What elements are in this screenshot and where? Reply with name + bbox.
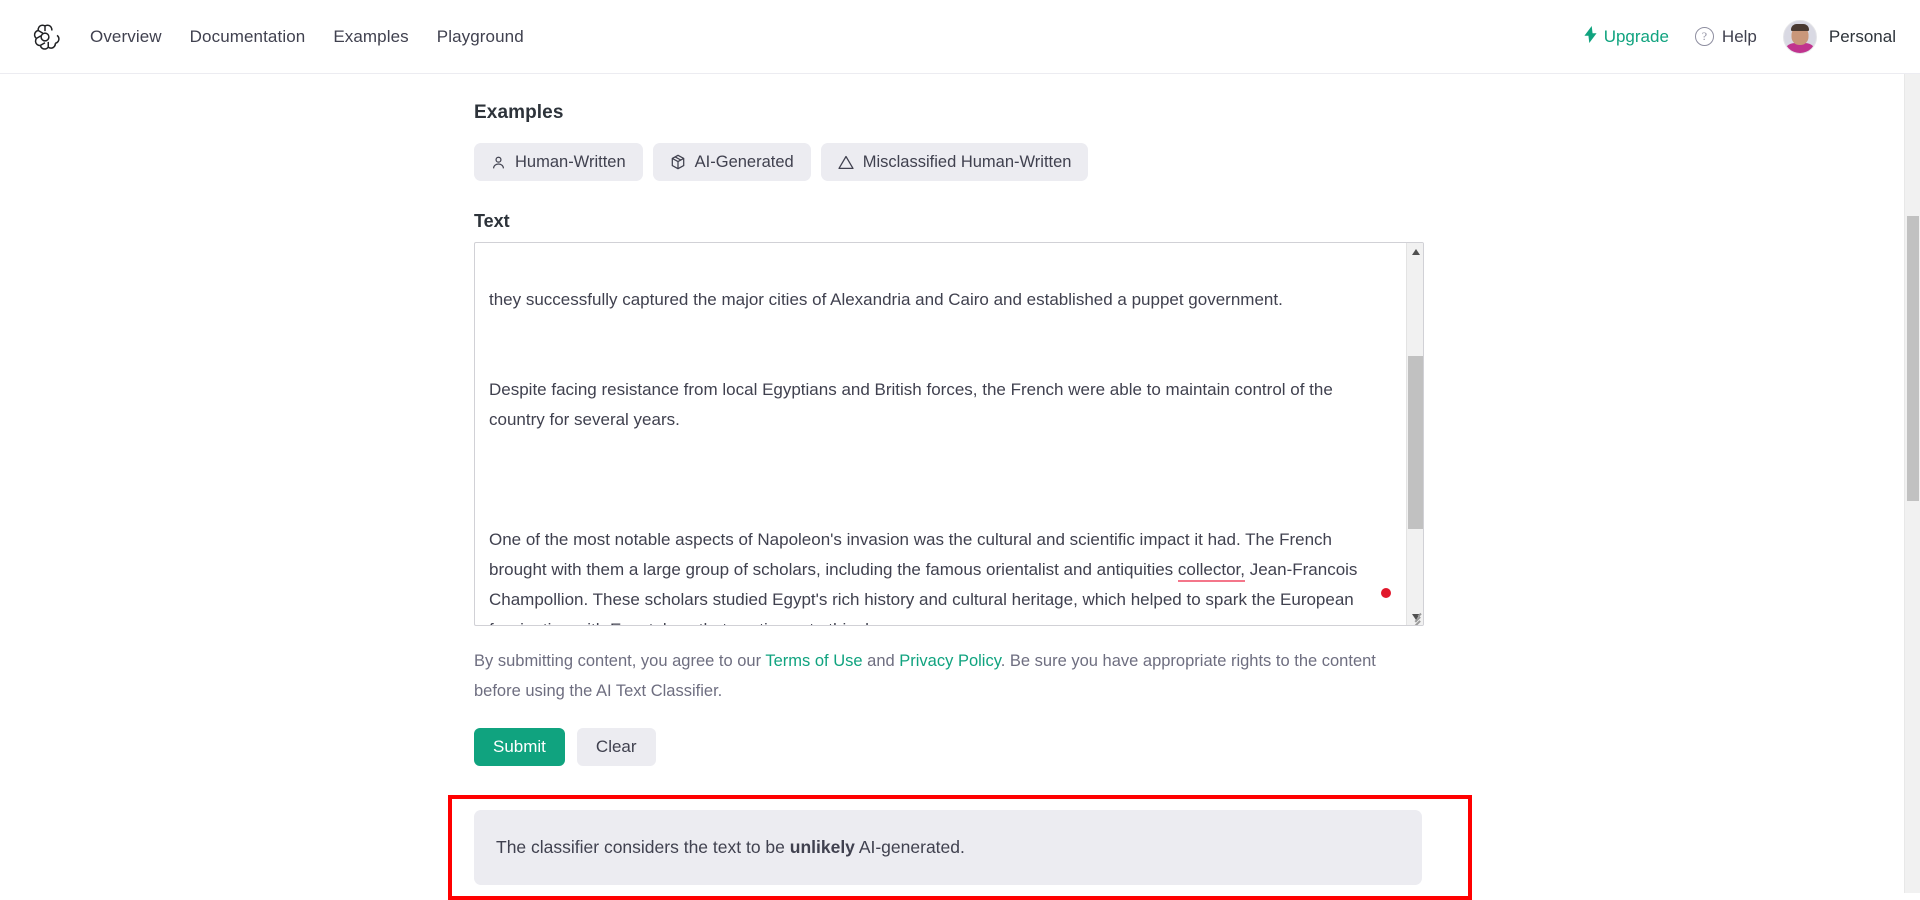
person-icon	[491, 155, 506, 170]
question-circle-icon: ?	[1694, 27, 1714, 46]
help-label: Help	[1721, 26, 1757, 46]
examples-tab-list: Human-Written AI-Generated Misclassified…	[474, 143, 1424, 181]
account-name: Personal	[1828, 26, 1896, 46]
submission-disclaimer: By submitting content, you agree to our …	[474, 646, 1414, 706]
header-actions: Upgrade ? Help Personal	[1584, 19, 1896, 54]
upgrade-label: Upgrade	[1603, 26, 1669, 46]
account-menu[interactable]: Personal	[1782, 19, 1896, 54]
examples-heading: Examples	[474, 102, 564, 123]
text-line-clipped: they successfully captured the major cit…	[489, 290, 1283, 309]
tab-human-written[interactable]: Human-Written	[474, 143, 643, 181]
tab-ai-generated[interactable]: AI-Generated	[652, 143, 811, 181]
openai-logo-icon[interactable]	[28, 20, 62, 54]
privacy-policy-link[interactable]: Privacy Policy	[899, 652, 1000, 670]
nav-item-overview[interactable]: Overview	[90, 27, 162, 47]
text-field-label: Text	[474, 211, 510, 231]
terms-of-use-link[interactable]: Terms of Use	[765, 652, 862, 670]
disclaimer-part-1: By submitting content, you agree to our	[474, 652, 766, 670]
nav-item-playground[interactable]: Playground	[437, 27, 524, 47]
result-prefix: The classifier considers the text to be	[496, 837, 790, 857]
tab-human-written-label: Human-Written	[515, 152, 626, 171]
annotation-highlight-box: The classifier considers the text to be …	[448, 795, 1472, 900]
main-content: Examples Human-Written AI-Generated Misc…	[0, 74, 1904, 900]
tab-misclassified-label: Misclassified Human-Written	[862, 152, 1072, 171]
warning-triangle-icon	[838, 155, 854, 170]
tab-misclassified-human-written[interactable]: Misclassified Human-Written	[820, 143, 1089, 181]
bolt-icon	[1584, 25, 1597, 48]
cube-icon	[670, 154, 686, 170]
upgrade-button[interactable]: Upgrade	[1584, 25, 1669, 48]
site-header: Overview Documentation Examples Playgrou…	[0, 0, 1920, 74]
clear-button[interactable]: Clear	[576, 728, 656, 766]
textarea-resize-handle[interactable]	[1407, 609, 1422, 625]
text-paragraph-2: One of the most notable aspects of Napol…	[489, 525, 1389, 625]
classifier-result-box: The classifier considers the text to be …	[474, 810, 1422, 885]
form-actions: Submit Clear	[474, 728, 1424, 766]
red-dot-marker	[1381, 588, 1391, 598]
text-input-content[interactable]: they successfully captured the major cit…	[489, 243, 1389, 625]
main-nav: Overview Documentation Examples Playgrou…	[90, 27, 524, 47]
spellcheck-red-word: collector,	[1177, 560, 1245, 582]
textarea-scrollbar-thumb[interactable]	[1408, 356, 1423, 529]
submit-button[interactable]: Submit	[474, 728, 565, 766]
help-button[interactable]: ? Help	[1694, 26, 1757, 47]
avatar	[1782, 19, 1817, 54]
nav-item-documentation[interactable]: Documentation	[190, 27, 306, 47]
nav-item-examples[interactable]: Examples	[333, 27, 408, 47]
scroll-up-arrow-icon[interactable]	[1407, 243, 1423, 260]
result-suffix: AI-generated.	[854, 837, 965, 857]
result-emphasis: unlikely	[789, 837, 855, 857]
text-paragraph-1: Despite facing resistance from local Egy…	[489, 380, 1338, 429]
tab-ai-generated-label: AI-Generated	[694, 152, 794, 171]
page-scrollbar[interactable]	[1904, 74, 1920, 893]
disclaimer-part-2: and	[862, 652, 900, 670]
text-input-area[interactable]: they successfully captured the major cit…	[474, 242, 1424, 626]
textarea-scrollbar[interactable]	[1406, 243, 1423, 625]
classifier-result-text: The classifier considers the text to be …	[496, 837, 965, 858]
page-scrollbar-thumb[interactable]	[1907, 216, 1919, 501]
